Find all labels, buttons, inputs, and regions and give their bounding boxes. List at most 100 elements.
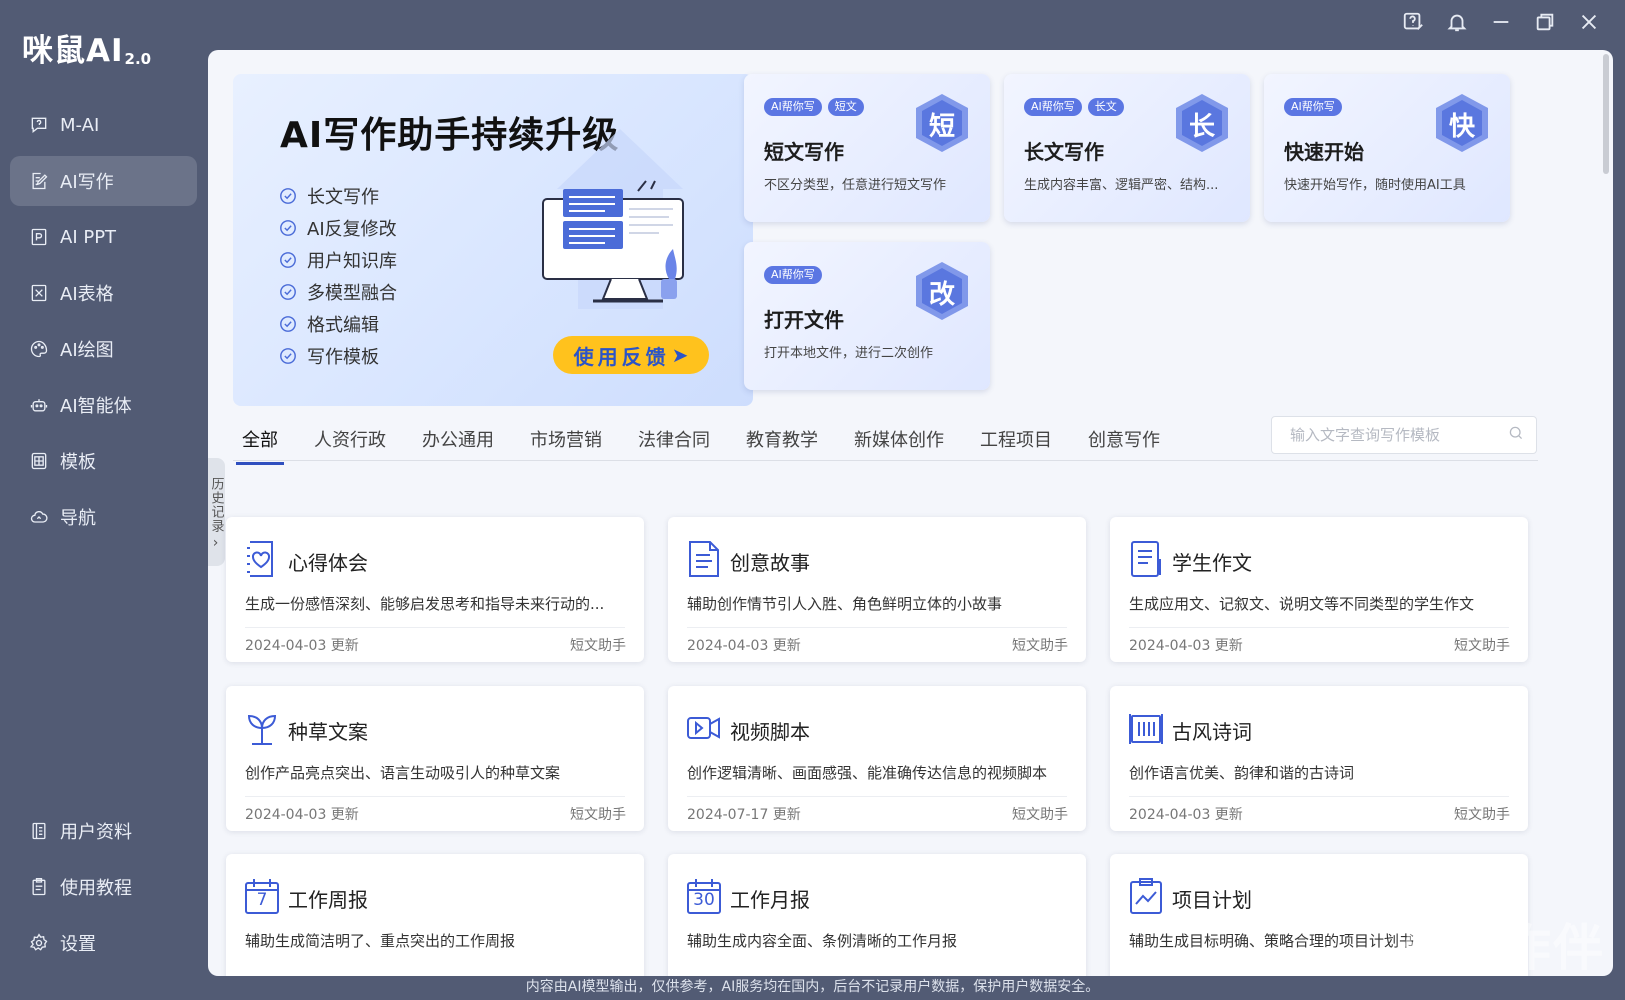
feature-title: 打开文件: [764, 308, 844, 332]
tag-group: AI帮你写 长文: [1024, 98, 1124, 116]
main-panel: 历史记录 › AI写作助手持续升级 长文写作 AI反复修改 用户知识库 多模型融…: [208, 50, 1613, 976]
divider: [1129, 796, 1509, 797]
tab-marketing[interactable]: 市场营销: [524, 420, 608, 465]
hexagon-badge-icon: 短: [914, 92, 970, 156]
tab-education[interactable]: 教育教学: [740, 420, 824, 465]
feature-desc: 快速开始写作，随时使用AI工具: [1284, 178, 1466, 193]
template-card[interactable]: 30 工作月报 辅助生成内容全面、条例清晰的工作月报: [668, 854, 1086, 976]
hero-feature-label: AI反复修改: [307, 219, 397, 240]
template-title: 工作周报: [288, 888, 368, 912]
sidebar-item-ai-ppt[interactable]: AI PPT: [10, 212, 197, 262]
tab-office[interactable]: 办公通用: [416, 420, 500, 465]
template-title: 工作月报: [730, 888, 810, 912]
search-icon[interactable]: [1508, 425, 1524, 445]
hero-feature-label: 长文写作: [307, 187, 379, 208]
heart-doc-icon: [244, 539, 280, 579]
list-item: 写作模板: [279, 340, 397, 372]
hero-feature-label: 格式编辑: [307, 315, 379, 336]
sidebar-item-label: AI绘图: [60, 340, 114, 361]
template-title: 种草文案: [288, 720, 368, 744]
sidebar-item-ai-writing[interactable]: AI写作: [10, 156, 197, 206]
window-controls: [1401, 10, 1601, 34]
chevron-right-icon: ›: [212, 535, 220, 551]
tag: AI帮你写: [764, 98, 822, 116]
template-desc: 辅助生成简洁明了、重点突出的工作周报: [245, 932, 516, 950]
close-icon[interactable]: [1577, 10, 1601, 34]
gear-icon: [28, 932, 50, 954]
feature-card-quick-start[interactable]: AI帮你写 快速开始 快速开始写作，随时使用AI工具 快: [1264, 74, 1510, 222]
tag: 短文: [827, 98, 864, 116]
tab-engineering[interactable]: 工程项目: [974, 420, 1058, 465]
minimize-icon[interactable]: [1489, 10, 1513, 34]
sidebar: M-AI AI写作 AI PPT AI表格 AI绘图 AI智能体 模板 导航: [0, 100, 207, 548]
restore-icon[interactable]: [1533, 10, 1557, 34]
template-card[interactable]: 种草文案 创作产品亮点突出、语言生动吸引人的种草文案 2024-04-03 更新…: [226, 686, 644, 831]
template-type: 短文助手: [1012, 807, 1068, 823]
tag: AI帮你写: [764, 266, 822, 284]
tab-hr-admin[interactable]: 人资行政: [308, 420, 392, 465]
sidebar-item-label: 使用教程: [60, 878, 132, 899]
template-title: 创意故事: [730, 551, 810, 575]
sidebar-item-settings[interactable]: 设置: [10, 918, 197, 968]
template-card[interactable]: 古风诗词 创作语言优美、韵律和谐的古诗词 2024-04-03 更新 短文助手: [1110, 686, 1528, 831]
feedback-button[interactable]: 使用反馈 ➤: [553, 336, 709, 374]
divider: [1129, 627, 1509, 628]
sidebar-item-user-profile[interactable]: 用户资料: [10, 806, 197, 856]
template-desc: 生成一份感悟深刻、能够启发思考和指导未来行动的...: [245, 595, 605, 613]
feature-card-open-file[interactable]: AI帮你写 打开文件 打开本地文件，进行二次创作 改: [744, 242, 990, 390]
cloud-nav-icon: [28, 506, 50, 528]
tab-new-media[interactable]: 新媒体创作: [848, 420, 950, 465]
template-card[interactable]: 7 工作周报 辅助生成简洁明了、重点突出的工作周报: [226, 854, 644, 976]
watermark: 与秋作伴: [1397, 919, 1605, 977]
template-date: 2024-07-17 更新: [687, 807, 801, 823]
template-date: 2024-04-03 更新: [245, 638, 359, 654]
divider: [687, 627, 1067, 628]
template-card[interactable]: 学生作文 生成应用文、记叙文、说明文等不同类型的学生作文 2024-04-03 …: [1110, 517, 1528, 662]
sidebar-item-label: M-AI: [60, 114, 100, 136]
history-tab[interactable]: 历史记录 ›: [208, 458, 225, 566]
sidebar-item-navigation[interactable]: 导航: [10, 492, 197, 542]
template-card[interactable]: 视频脚本 创作逻辑清晰、画面感强、能准确传达信息的视频脚本 2024-07-17…: [668, 686, 1086, 831]
template-desc: 辅助生成内容全面、条例清晰的工作月报: [687, 932, 958, 950]
template-card[interactable]: 心得体会 生成一份感悟深刻、能够启发思考和指导未来行动的... 2024-04-…: [226, 517, 644, 662]
tag-group: AI帮你写: [1284, 98, 1342, 116]
scrollbar[interactable]: [1603, 54, 1609, 174]
search-input[interactable]: [1290, 426, 1508, 444]
document-icon: [686, 539, 722, 579]
calendar-number: 7: [256, 890, 268, 910]
sidebar-item-ai-table[interactable]: AI表格: [10, 268, 197, 318]
chart-clipboard-icon: [1128, 876, 1164, 916]
tag-group: AI帮你写 短文: [764, 98, 864, 116]
badge-char: 长: [1188, 112, 1215, 142]
sidebar-item-m-ai[interactable]: M-AI: [10, 100, 197, 150]
feedback-button-label: 使用反馈: [573, 344, 670, 369]
tab-all[interactable]: 全部: [236, 420, 284, 465]
sprout-icon: [244, 708, 280, 748]
check-circle-icon: [279, 219, 297, 237]
bell-icon[interactable]: [1445, 10, 1469, 34]
sidebar-item-ai-agent[interactable]: AI智能体: [10, 380, 197, 430]
feature-card-short-writing[interactable]: AI帮你写 短文 短文写作 不区分类型，任意进行短文写作 短: [744, 74, 990, 222]
tab-legal[interactable]: 法律合同: [632, 420, 716, 465]
app-logo: 咪鼠AI 2.0: [22, 36, 151, 67]
sidebar-item-label: AI表格: [60, 284, 114, 305]
help-edit-icon[interactable]: [1401, 10, 1425, 34]
template-title: 视频脚本: [730, 720, 810, 744]
hero-feature-label: 写作模板: [307, 347, 379, 368]
sidebar-item-ai-drawing[interactable]: AI绘图: [10, 324, 197, 374]
template-type: 短文助手: [570, 807, 626, 823]
hero-feature-label: 多模型融合: [307, 283, 397, 304]
palette-icon: [28, 338, 50, 360]
sidebar-item-label: AI智能体: [60, 396, 132, 417]
divider: [245, 796, 625, 797]
sidebar-item-tutorial[interactable]: 使用教程: [10, 862, 197, 912]
tab-creative[interactable]: 创意写作: [1082, 420, 1166, 465]
tag-group: AI帮你写: [764, 266, 822, 284]
template-card[interactable]: 创意故事 辅助创作情节引人入胜、角色鲜明立体的小故事 2024-04-03 更新…: [668, 517, 1086, 662]
list-item: 长文写作: [279, 180, 397, 212]
sidebar-item-label: 模板: [60, 452, 96, 473]
arrow-right-icon: ➤: [671, 343, 689, 367]
sidebar-item-template[interactable]: 模板: [10, 436, 197, 486]
feature-desc: 生成内容丰富、逻辑严密、结构...: [1024, 178, 1219, 193]
feature-card-long-writing[interactable]: AI帮你写 长文 长文写作 生成内容丰富、逻辑严密、结构... 长: [1004, 74, 1250, 222]
